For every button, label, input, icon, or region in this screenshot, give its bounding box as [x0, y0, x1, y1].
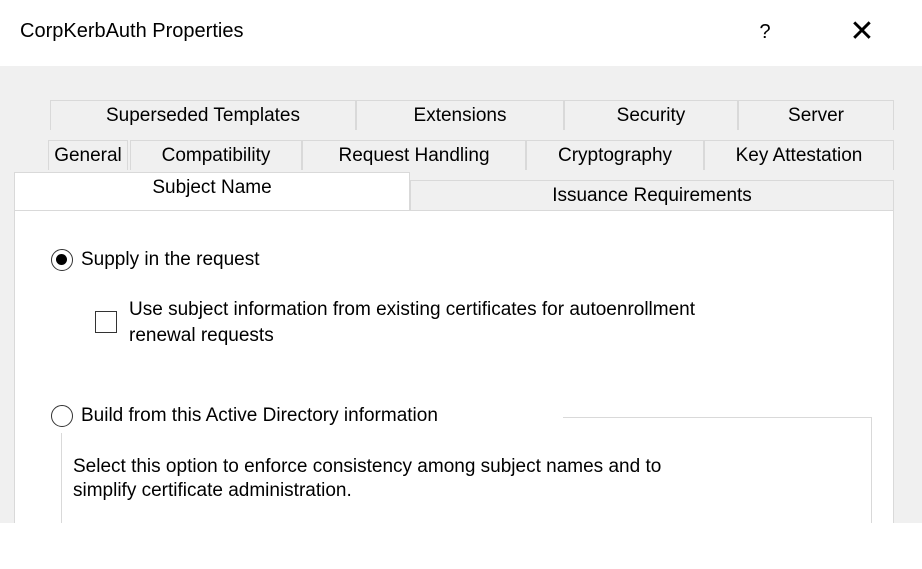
group-box-border-left [61, 433, 62, 533]
autoenrollment-label-line2[interactable]: renewal requests [129, 325, 274, 347]
tab-subject-name[interactable]: Subject Name [14, 172, 410, 210]
window-title: CorpKerbAuth Properties [20, 20, 244, 42]
properties-dialog: CorpKerbAuth Properties ? ✕ Superseded T… [0, 0, 922, 569]
tab-key-attestation[interactable]: Key Attestation [704, 140, 894, 170]
radio-selected-dot [56, 254, 67, 265]
close-button[interactable]: ✕ [838, 12, 886, 52]
build-from-ad-radio[interactable] [51, 405, 73, 427]
tab-compatibility[interactable]: Compatibility [130, 140, 302, 170]
tab-extensions[interactable]: Extensions [356, 100, 564, 130]
build-description-line2: simplify certificate administration. [73, 480, 352, 501]
supply-in-request-radio[interactable] [51, 249, 73, 271]
build-from-ad-label[interactable]: Build from this Active Directory informa… [81, 405, 438, 427]
dialog-bottom [0, 523, 922, 569]
group-box-border [563, 417, 871, 418]
autoenrollment-checkbox[interactable] [95, 311, 117, 333]
tab-security[interactable]: Security [564, 100, 738, 130]
tab-request-handling[interactable]: Request Handling [302, 140, 526, 170]
tab-issuance-requirements[interactable]: Issuance Requirements [410, 180, 894, 210]
tab-server[interactable]: Server [738, 100, 894, 130]
help-button[interactable]: ? [750, 14, 780, 50]
build-description-line1: Select this option to enforce consistenc… [73, 456, 662, 477]
supply-in-request-label[interactable]: Supply in the request [81, 249, 260, 271]
autoenrollment-label-line1[interactable]: Use subject information from existing ce… [129, 299, 695, 321]
tab-general[interactable]: General [48, 140, 128, 170]
subject-name-panel: Supply in the request Use subject inform… [14, 210, 894, 537]
tab-cryptography[interactable]: Cryptography [526, 140, 704, 170]
tab-superseded-templates[interactable]: Superseded Templates [50, 100, 356, 130]
title-bar: CorpKerbAuth Properties ? ✕ [0, 0, 922, 66]
